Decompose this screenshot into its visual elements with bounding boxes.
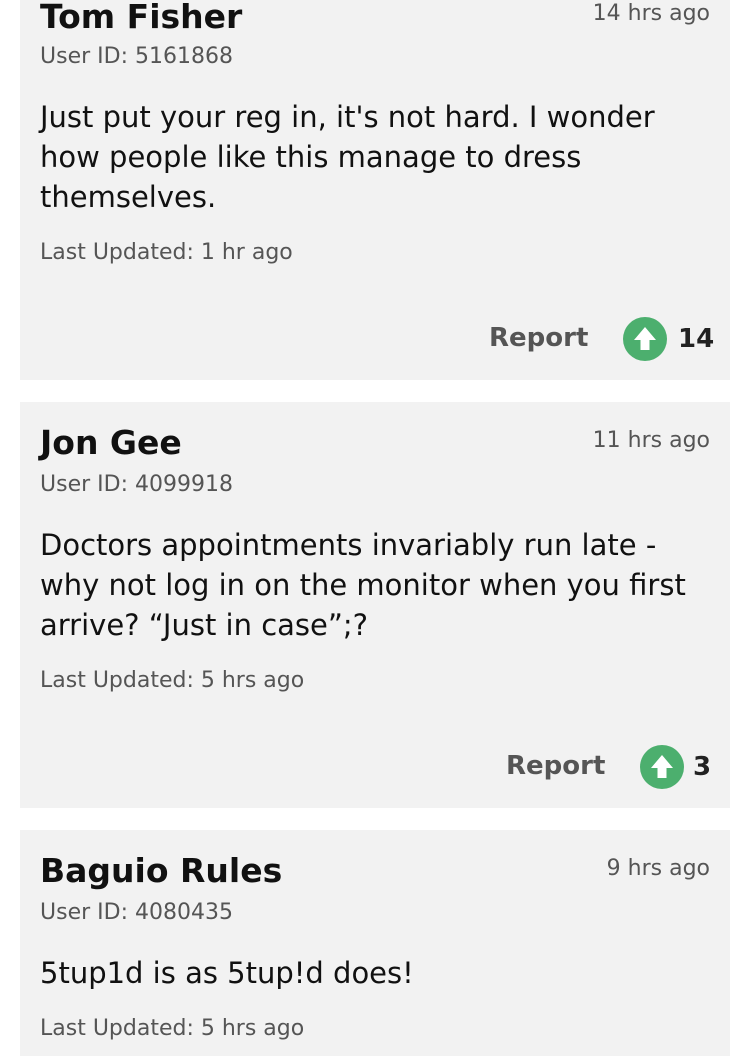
comment-user-id: User ID: 4099918 [40,472,233,497]
comment-user-id: User ID: 5161868 [40,44,233,69]
comment-author[interactable]: Tom Fisher [40,0,242,33]
comment-feed: Tom Fisher 14 hrs ago User ID: 5161868 J… [0,0,750,1056]
comment-card: Tom Fisher 14 hrs ago User ID: 5161868 J… [20,0,730,380]
comment-body: 5tup1d is as 5tup!d does! [40,956,414,990]
upvote-button[interactable] [623,317,667,361]
report-button[interactable]: Report [489,325,588,351]
comment-body: Doctors appointments invariably run late… [40,528,686,642]
arrow-up-icon [634,327,656,350]
comment-timestamp: 11 hrs ago [592,428,710,453]
comment-card: Baguio Rules 9 hrs ago User ID: 4080435 … [20,830,730,1056]
comment-author[interactable]: Jon Gee [40,426,182,459]
report-button[interactable]: Report [506,753,605,779]
comment-user-id: User ID: 4080435 [40,900,233,925]
comment-body: Just put your reg in, it's not hard. I w… [40,100,655,214]
upvote-count: 3 [693,752,712,782]
comment-last-updated: Last Updated: 1 hr ago [40,240,293,265]
comment-card: Jon Gee 11 hrs ago User ID: 4099918 Doct… [20,402,730,808]
comment-author[interactable]: Baguio Rules [40,854,282,887]
arrow-up-icon [651,755,673,778]
comment-timestamp: 14 hrs ago [592,1,710,26]
comment-timestamp: 9 hrs ago [606,856,710,881]
comment-last-updated: Last Updated: 5 hrs ago [40,668,305,693]
upvote-count: 14 [678,324,715,354]
comment-last-updated: Last Updated: 5 hrs ago [40,1016,305,1041]
upvote-button[interactable] [640,745,684,789]
